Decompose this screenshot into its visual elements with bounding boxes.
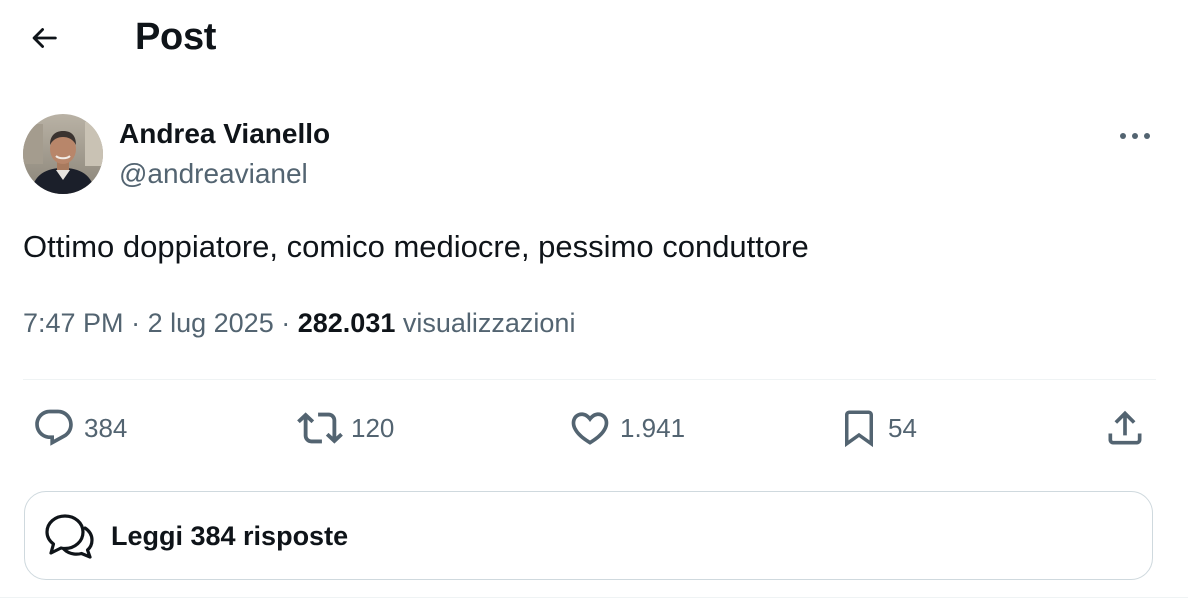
views-label: visualizzazioni bbox=[402, 308, 576, 338]
post-meta: 7:47 PM · 2 lug 2025 · 282.031 visualizz… bbox=[23, 306, 575, 340]
author-handle[interactable]: @andreavianel bbox=[119, 157, 308, 191]
post-time[interactable]: 7:47 PM bbox=[23, 308, 124, 338]
bookmark-button[interactable]: 54 bbox=[838, 404, 917, 452]
more-options-button[interactable] bbox=[1113, 118, 1157, 154]
read-replies-button[interactable]: Leggi 384 risposte bbox=[24, 491, 1153, 580]
author-name[interactable]: Andrea Vianello bbox=[119, 117, 330, 151]
more-horizontal-icon bbox=[1120, 133, 1150, 139]
bookmark-icon bbox=[838, 407, 880, 449]
page-title: Post bbox=[135, 16, 217, 58]
meta-separator: · bbox=[131, 308, 141, 338]
read-replies-label: Leggi 384 risposte bbox=[111, 520, 349, 551]
page-header: Post bbox=[0, 0, 1188, 76]
bookmark-count: 54 bbox=[888, 413, 917, 443]
repost-icon bbox=[297, 405, 343, 451]
back-button[interactable] bbox=[24, 18, 64, 58]
share-icon bbox=[1103, 406, 1147, 450]
repost-count: 120 bbox=[351, 413, 395, 443]
conversation-icon bbox=[43, 511, 97, 561]
heart-icon bbox=[568, 406, 612, 450]
post-text: Ottimo doppiatore, comico mediocre, pess… bbox=[23, 229, 809, 264]
post-date[interactable]: 2 lug 2025 bbox=[148, 308, 274, 338]
bottom-divider bbox=[0, 597, 1188, 598]
reply-count: 384 bbox=[84, 413, 128, 443]
views-count: 282.031 bbox=[297, 308, 396, 338]
repost-button[interactable]: 120 bbox=[297, 404, 394, 452]
reply-button[interactable]: 384 bbox=[32, 404, 127, 452]
share-button[interactable] bbox=[1103, 404, 1147, 452]
reply-icon bbox=[32, 406, 76, 450]
meta-separator: · bbox=[281, 308, 291, 338]
like-button[interactable]: 1.941 bbox=[568, 404, 685, 452]
like-count: 1.941 bbox=[620, 413, 686, 443]
arrow-left-icon bbox=[32, 28, 57, 48]
profile-photo bbox=[23, 114, 103, 194]
divider bbox=[23, 379, 1156, 380]
avatar[interactable] bbox=[23, 114, 103, 194]
